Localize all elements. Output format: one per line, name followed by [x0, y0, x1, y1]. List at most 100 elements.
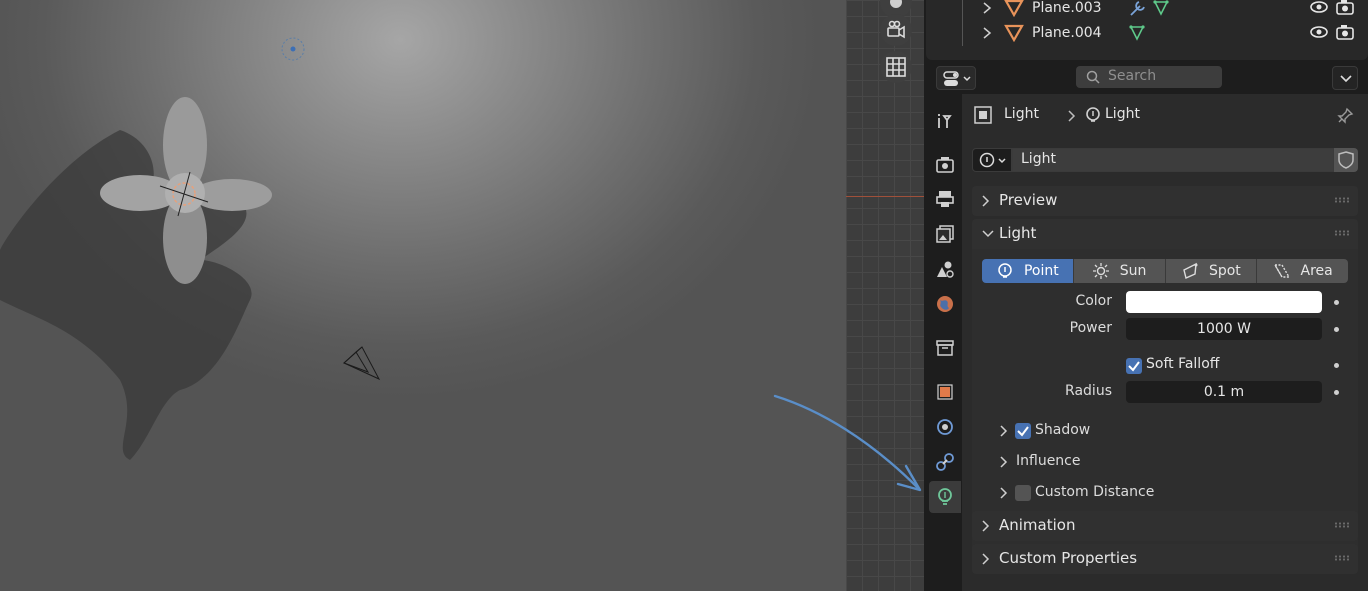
outliner-item-name: Plane.004: [1032, 25, 1102, 41]
tab-tool[interactable]: [929, 104, 961, 136]
light-title: Light: [999, 224, 1037, 242]
animation-section[interactable]: Animation: [972, 511, 1358, 541]
properties-editor-icon: [943, 71, 971, 86]
render-camera-icon[interactable]: [1336, 24, 1354, 40]
tab-render[interactable]: [929, 148, 961, 180]
mesh-data-icon[interactable]: [1128, 24, 1146, 42]
shield-icon: [1338, 151, 1354, 169]
chevron-down-icon: [982, 230, 994, 238]
radius-field[interactable]: 0.1 m: [1126, 381, 1322, 403]
editor-type-dropdown[interactable]: [936, 66, 976, 90]
breadcrumb-separator-icon: [1068, 110, 1076, 122]
light-name-field[interactable]: Light: [1012, 148, 1334, 172]
soft-falloff-checkbox[interactable]: [1126, 358, 1142, 374]
expand-chevron-icon[interactable]: [982, 2, 992, 14]
output-printer-icon: [936, 191, 954, 207]
custom-properties-title: Custom Properties: [999, 549, 1138, 567]
tab-light-data[interactable]: [929, 481, 961, 513]
tab-object-constraints[interactable]: [929, 446, 961, 478]
render-camera-icon[interactable]: [1336, 0, 1354, 15]
chevron-right-icon: [1000, 425, 1008, 437]
collection-box-icon: [936, 340, 954, 356]
keyframe-dot[interactable]: [1334, 390, 1339, 395]
custom-properties-section[interactable]: Custom Properties: [972, 544, 1358, 574]
drag-handle-icon[interactable]: [1334, 522, 1350, 528]
tab-output[interactable]: [929, 183, 961, 215]
animation-header[interactable]: Animation: [972, 511, 1358, 541]
point-light-icon: [998, 263, 1012, 278]
tab-physics[interactable]: [929, 411, 961, 443]
tab-object[interactable]: [929, 376, 961, 408]
tab-collection[interactable]: [929, 332, 961, 364]
chevron-right-icon: [1000, 456, 1008, 468]
mesh-data-icon[interactable]: [1152, 0, 1170, 17]
world-globe-icon: [937, 296, 953, 312]
drag-handle-icon[interactable]: [1334, 555, 1350, 561]
shadow-checkbox[interactable]: [1015, 423, 1031, 439]
object-square-icon: [974, 106, 992, 124]
constraint-icon: [936, 453, 954, 471]
tab-scene[interactable]: [929, 253, 961, 285]
light-header[interactable]: Light: [972, 219, 1358, 249]
chevron-down-icon: [1340, 75, 1352, 83]
drag-handle-icon[interactable]: [1334, 197, 1350, 203]
light-type-sun-button[interactable]: Sun: [1073, 259, 1166, 283]
light-type-area-button[interactable]: Area: [1257, 259, 1348, 283]
keyframe-dot[interactable]: [1334, 300, 1339, 305]
power-label: Power: [1069, 320, 1112, 336]
sun-icon: [1092, 263, 1109, 279]
view-layer-icon: [936, 225, 954, 243]
breadcrumb-object: Light: [1004, 106, 1039, 122]
shadow-subpanel[interactable]: Shadow: [992, 420, 1348, 442]
pin-icon[interactable]: [1336, 107, 1354, 125]
chevron-right-icon: [982, 195, 990, 207]
outliner: Plane.003 Plane.004: [926, 0, 1368, 60]
properties-header: Search: [926, 60, 1368, 94]
influence-label: Influence: [1016, 453, 1081, 469]
tab-world[interactable]: [929, 288, 961, 320]
tab-view-layer[interactable]: [929, 218, 961, 250]
mesh-object-icon: [1004, 0, 1024, 17]
spot-light-icon: [1183, 262, 1198, 279]
keyframe-dot[interactable]: [1334, 363, 1339, 368]
options-dropdown[interactable]: [1332, 66, 1358, 90]
fake-user-button[interactable]: [1334, 148, 1358, 172]
preview-section[interactable]: Preview: [972, 186, 1358, 216]
keyframe-dot[interactable]: [1334, 327, 1339, 332]
outliner-row[interactable]: Plane.003: [926, 0, 1368, 21]
custom-distance-label: Custom Distance: [1035, 484, 1155, 500]
breadcrumb: Light Light: [962, 94, 1368, 136]
custom-distance-subpanel[interactable]: Custom Distance: [992, 482, 1348, 504]
power-field[interactable]: 1000 W: [1126, 318, 1322, 340]
expand-chevron-icon[interactable]: [982, 27, 992, 39]
custom-properties-header[interactable]: Custom Properties: [972, 544, 1358, 574]
properties-panel: Light Light Light Preview Light Point Su…: [962, 94, 1368, 591]
browse-light-dropdown[interactable]: [972, 148, 1012, 172]
light-type-spot-button[interactable]: Spot: [1165, 259, 1258, 283]
influence-subpanel[interactable]: Influence: [992, 451, 1348, 473]
soft-falloff-label: Soft Falloff: [1146, 356, 1220, 372]
wrench-modifier-icon[interactable]: [1128, 0, 1148, 17]
eye-icon[interactable]: [1310, 0, 1328, 14]
camera-view-icon[interactable]: [880, 14, 912, 46]
custom-distance-checkbox[interactable]: [1015, 485, 1031, 501]
light-type-point-button[interactable]: Point: [982, 259, 1074, 283]
camera-object: [343, 346, 381, 381]
drag-handle-icon[interactable]: [1334, 230, 1350, 236]
render-icon: [936, 157, 954, 173]
3d-viewport[interactable]: [0, 0, 924, 591]
animation-title: Animation: [999, 516, 1076, 534]
properties-tabs: [926, 94, 962, 591]
outliner-row[interactable]: Plane.004: [926, 21, 1368, 46]
chevron-right-icon: [1000, 487, 1008, 499]
preview-header[interactable]: Preview: [972, 186, 1358, 216]
light-type-selector: Point Sun Spot Area: [982, 259, 1348, 283]
mesh-object-icon: [1004, 24, 1024, 42]
light-name-value: Light: [1021, 151, 1056, 167]
object-square-icon: [937, 384, 953, 400]
color-swatch[interactable]: [1126, 291, 1322, 313]
eye-icon[interactable]: [1310, 25, 1328, 39]
ortho-grid-icon[interactable]: [880, 51, 912, 83]
light-type-label: Area: [1300, 263, 1333, 279]
search-input[interactable]: Search: [1076, 66, 1222, 88]
